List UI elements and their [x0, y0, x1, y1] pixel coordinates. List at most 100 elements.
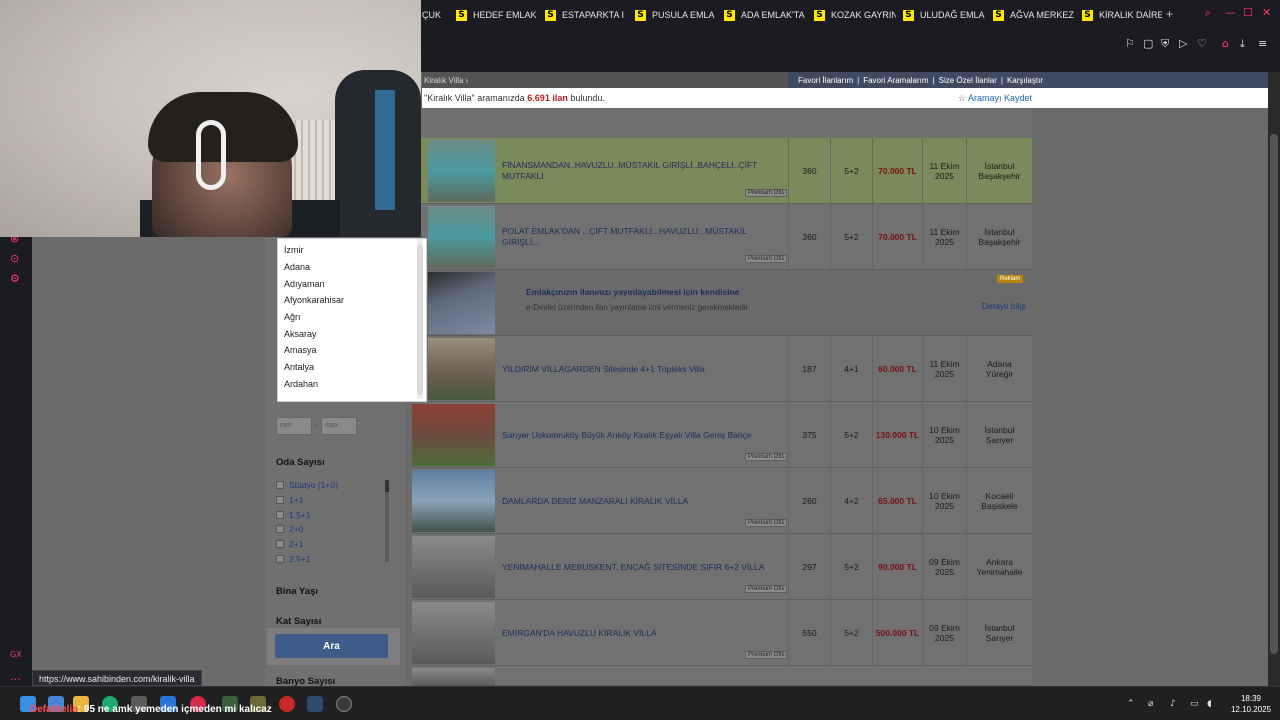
play-icon[interactable]: ▷	[1179, 37, 1187, 50]
city-option[interactable]: Afyonkarahisar	[284, 295, 344, 305]
listing-title[interactable]: YILDIRIM VİLLAGARDEN Sitesinde 4+1 Tripl…	[502, 364, 782, 375]
steam-icon[interactable]	[307, 696, 323, 712]
chevron-up-icon[interactable]: ⌃	[1127, 699, 1135, 709]
city-option[interactable]: Adıyaman	[284, 279, 325, 289]
minimize-icon[interactable]: —	[1225, 6, 1236, 19]
listing-thumbnail[interactable]	[412, 536, 495, 598]
listing-title[interactable]: POLAT EMLAK'DAN ...ÇİFT MUTFAKLI...HAVUZ…	[502, 226, 782, 248]
checkbox[interactable]	[276, 555, 284, 563]
tab-2[interactable]: S HEDEF EMLAK	[456, 7, 538, 23]
listing-title[interactable]: Sarıyer Uskumruköy Büyük Arıköy Kiralık …	[502, 430, 782, 441]
search-button[interactable]: Ara	[275, 634, 388, 658]
download-icon[interactable]: ⤓	[1240, 37, 1245, 51]
microphone-icon[interactable]: ♪	[1170, 699, 1176, 709]
sidebar-app-icon[interactable]: ⊙	[10, 252, 19, 265]
shield-icon[interactable]: ⛨	[1161, 37, 1169, 51]
room-option[interactable]: 1.5+1	[276, 510, 311, 520]
listing-title[interactable]: YENİMAHALLE MEBUSKENT, ENÇAĞ SİTESİNDE S…	[502, 562, 782, 573]
listing-thumbnail[interactable]	[412, 602, 495, 664]
table-row[interactable]: YILDIRIM VİLLAGARDEN Sitesinde 4+1 Tripl…	[412, 336, 1032, 402]
tab-6[interactable]: S KOZAK GAYRIN	[814, 7, 896, 23]
tab-5[interactable]: S ADA EMLAK'TA	[724, 7, 806, 23]
premium-tag: Premium Ofis	[745, 519, 788, 527]
listing-title[interactable]: EMİRGAN'DA HAVUZLU KİRALIK VİLLA	[502, 628, 782, 639]
city-option[interactable]: İzmir	[284, 245, 304, 255]
tab-3[interactable]: S ESTAPARKTA I	[545, 7, 627, 23]
checkbox[interactable]	[276, 481, 284, 489]
favorite-searches-link[interactable]: Favori Aramalarım	[863, 76, 928, 85]
ad-row[interactable]: Reklam Emlakçınızın ilanınızı yayınlayab…	[412, 270, 1032, 336]
building-age-title[interactable]: Bina Yaşı	[276, 586, 318, 597]
room-list-scroll-thumb[interactable]	[385, 480, 389, 492]
save-search-button[interactable]: ☆ Aramayı Kaydet	[958, 93, 1032, 104]
city-option[interactable]: Amasya	[284, 345, 317, 355]
listing-thumbnail[interactable]	[428, 338, 495, 400]
room-count-title[interactable]: Oda Sayısı	[276, 457, 325, 468]
close-icon[interactable]: ✕	[1262, 6, 1271, 19]
tab-1[interactable]: ÇUK	[422, 7, 442, 23]
more-icon[interactable]: …	[10, 670, 21, 683]
city-option[interactable]: Aksaray	[284, 329, 317, 339]
network-icon[interactable]: ⌀	[1148, 699, 1153, 709]
checkbox[interactable]	[276, 540, 284, 548]
listing-title[interactable]: DAMLARDA DENİZ MANZARALI KİRALIK VİLLA	[502, 496, 782, 507]
floor-count-title[interactable]: Kat Sayısı	[276, 616, 321, 627]
city-option[interactable]: Antalya	[284, 362, 314, 372]
table-row[interactable]: FİNANSMANDAN..HAVUZLU..MÜSTAKİL GİRİŞLİ.…	[412, 138, 1032, 204]
tab-4[interactable]: S PUSULA EMLA	[635, 7, 717, 23]
city-option[interactable]: Ağrı	[284, 312, 301, 322]
screenshot-icon[interactable]: ▢	[1143, 37, 1153, 50]
sahibinden-favicon-icon: S	[456, 9, 467, 21]
table-row[interactable]	[412, 666, 1032, 686]
heart-icon[interactable]: ♡	[1197, 37, 1207, 50]
table-row[interactable]: Sarıyer Uskumruköy Büyük Arıköy Kiralık …	[412, 402, 1032, 468]
taskbar-clock[interactable]: 18:39 12.10.2025	[1226, 693, 1276, 715]
table-row[interactable]: EMİRGAN'DA HAVUZLU KİRALIK VİLLA Premium…	[412, 600, 1032, 666]
tab-8[interactable]: S AĞVA MERKEZ	[993, 7, 1075, 23]
listing-title[interactable]: FİNANSMANDAN..HAVUZLU..MÜSTAKİL GİRİŞLİ.…	[502, 160, 782, 182]
sidebar-app-icon[interactable]: GX	[10, 650, 22, 659]
listing-thumbnail[interactable]	[412, 404, 495, 466]
price-min-input[interactable]: min	[276, 417, 312, 435]
listing-thumbnail[interactable]	[412, 470, 495, 532]
display-icon[interactable]: ▭	[1190, 699, 1199, 709]
city-option[interactable]: Adana	[284, 262, 310, 272]
search-icon[interactable]: ⌕	[1205, 6, 1211, 20]
breadcrumb[interactable]: Kiralık Villa ›	[424, 76, 468, 85]
tab-9[interactable]: S KİRALIK DAİRE	[1082, 7, 1162, 23]
obs-icon[interactable]	[336, 696, 352, 712]
checkbox[interactable]	[276, 511, 284, 519]
special-listings-link[interactable]: Size Özel İlanlar	[939, 76, 997, 85]
page-scroll-thumb[interactable]	[1270, 134, 1278, 654]
listing-thumbnail[interactable]	[428, 206, 495, 268]
listing-thumbnail[interactable]	[428, 140, 495, 202]
city-option[interactable]: Ardahan	[284, 379, 318, 389]
city-dropdown-scroll-thumb[interactable]	[417, 245, 423, 395]
bathroom-count-title[interactable]: Banyo Sayısı	[276, 676, 335, 686]
taskbar-app-icon[interactable]	[279, 696, 295, 712]
room-option[interactable]: Stüdyo (1+0)	[276, 480, 338, 490]
room-option[interactable]: 2+0	[276, 524, 303, 534]
favorite-listings-link[interactable]: Favori İlanlarım	[798, 76, 853, 85]
sidebar-settings-icon[interactable]: ⚙	[10, 272, 20, 285]
room-option[interactable]: 2+1	[276, 539, 303, 549]
bookmark-icon[interactable]: ⚐	[1125, 37, 1135, 50]
table-row[interactable]: POLAT EMLAK'DAN ...ÇİFT MUTFAKLI...HAVUZ…	[412, 204, 1032, 270]
table-row[interactable]: YENİMAHALLE MEBUSKENT, ENÇAĞ SİTESİNDE S…	[412, 534, 1032, 600]
room-list-scrollbar[interactable]	[385, 480, 389, 562]
volume-icon[interactable]: ◖	[1207, 699, 1212, 709]
checkbox[interactable]	[276, 496, 284, 504]
extension-icon[interactable]: ⌂	[1222, 37, 1229, 50]
new-tab-button[interactable]: +	[1166, 7, 1173, 21]
compare-link[interactable]: Karşılaştır	[1007, 76, 1043, 85]
room-option[interactable]: 1+1	[276, 495, 303, 505]
tab-7[interactable]: S ULUDAĞ EMLA	[903, 7, 985, 23]
menu-icon[interactable]: ≡	[1258, 37, 1267, 50]
price-max-input[interactable]: max	[321, 417, 357, 435]
checkbox[interactable]	[276, 525, 284, 533]
room-option[interactable]: 2.5+1	[276, 554, 311, 564]
table-row[interactable]: DAMLARDA DENİZ MANZARALI KİRALIK VİLLA P…	[412, 468, 1032, 534]
maximize-icon[interactable]: ☐	[1243, 6, 1253, 19]
listing-thumbnail[interactable]	[412, 668, 495, 686]
ad-details-link[interactable]: Detaylı bilgi	[982, 301, 1026, 311]
